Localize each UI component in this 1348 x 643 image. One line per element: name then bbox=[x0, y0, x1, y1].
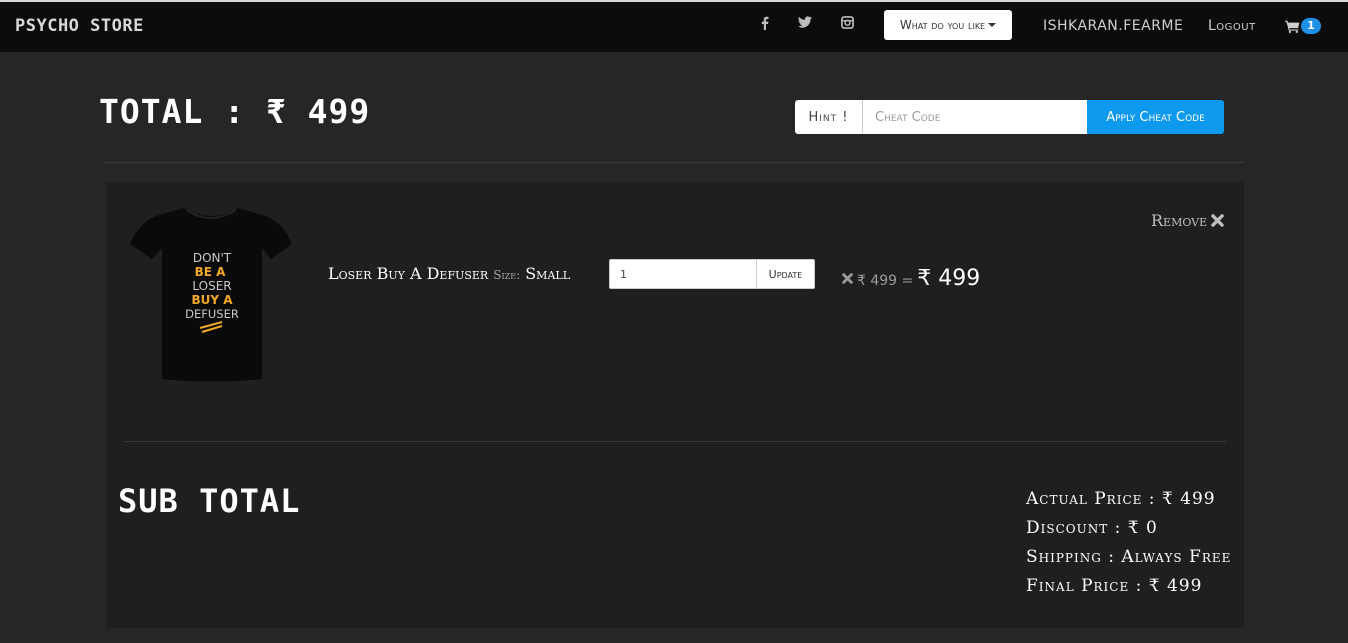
logout-link[interactable]: Logout bbox=[1208, 18, 1256, 34]
size-value: Small bbox=[525, 264, 570, 283]
cheat-code-group: Hint ! Apply Cheat Code bbox=[795, 100, 1224, 134]
final-price: Final Price : ₹ 499 bbox=[1026, 576, 1203, 596]
remove-label: Remove bbox=[1151, 211, 1208, 230]
instagram-icon[interactable] bbox=[841, 16, 854, 29]
svg-text:DON'T: DON'T bbox=[193, 251, 232, 265]
twitter-icon[interactable] bbox=[798, 16, 812, 28]
subtotal-heading: SUB TOTAL bbox=[118, 482, 301, 520]
svg-text:LOSER: LOSER bbox=[192, 279, 231, 293]
divider bbox=[124, 441, 1226, 442]
times-icon bbox=[842, 273, 853, 284]
cart-button[interactable]: 1 bbox=[1285, 18, 1321, 34]
remove-button[interactable]: Remove bbox=[1151, 211, 1224, 230]
svg-text:BE A: BE A bbox=[195, 265, 227, 279]
navbar: PSYCHO STORE What do you like ISHKARAN.F… bbox=[0, 2, 1348, 52]
price-summary: Actual Price : ₹ 499 Discount : ₹ 0 Ship… bbox=[1026, 489, 1231, 605]
price-line: ₹ 499 = ₹ 499 bbox=[842, 266, 980, 291]
dropdown-label: What do you like bbox=[899, 18, 986, 32]
unit-price: ₹ 499 = bbox=[857, 273, 914, 289]
line-total: ₹ 499 bbox=[917, 266, 981, 291]
product-image: DON'T BE A LOSER BUY A DEFUSER bbox=[130, 208, 292, 382]
size-label: Size: bbox=[493, 268, 521, 282]
facebook-icon[interactable] bbox=[761, 16, 769, 30]
apply-cheat-code-button[interactable]: Apply Cheat Code bbox=[1087, 100, 1224, 134]
what-do-you-like-dropdown[interactable]: What do you like bbox=[884, 10, 1012, 40]
svg-text:BUY A: BUY A bbox=[191, 293, 233, 307]
divider bbox=[104, 162, 1244, 163]
hint-button[interactable]: Hint ! bbox=[795, 100, 863, 134]
shipping: Shipping : Always Free bbox=[1026, 547, 1232, 567]
cheat-code-input[interactable] bbox=[863, 100, 1087, 134]
caret-down-icon bbox=[988, 23, 997, 27]
cart-panel: DON'T BE A LOSER BUY A DEFUSER Loser Buy… bbox=[106, 182, 1244, 628]
total-heading: TOTAL : ₹ 499 bbox=[99, 92, 371, 131]
update-button[interactable]: Update bbox=[756, 259, 815, 289]
product-name[interactable]: Loser Buy A Defuser bbox=[328, 264, 488, 283]
close-icon bbox=[1211, 214, 1224, 227]
cart-icon bbox=[1285, 20, 1300, 33]
svg-text:DEFUSER: DEFUSER bbox=[185, 307, 239, 321]
product-name-line: Loser Buy A Defuser Size: Small bbox=[328, 264, 570, 283]
discount: Discount : ₹ 0 bbox=[1026, 518, 1158, 538]
user-link[interactable]: ISHKARAN.FEARME bbox=[1043, 18, 1183, 34]
quantity-input[interactable] bbox=[609, 259, 756, 289]
actual-price: Actual Price : ₹ 499 bbox=[1026, 489, 1216, 509]
quantity-group: Update bbox=[609, 259, 815, 289]
cart-count-badge: 1 bbox=[1301, 18, 1321, 34]
brand-logo[interactable]: PSYCHO STORE bbox=[15, 16, 144, 36]
